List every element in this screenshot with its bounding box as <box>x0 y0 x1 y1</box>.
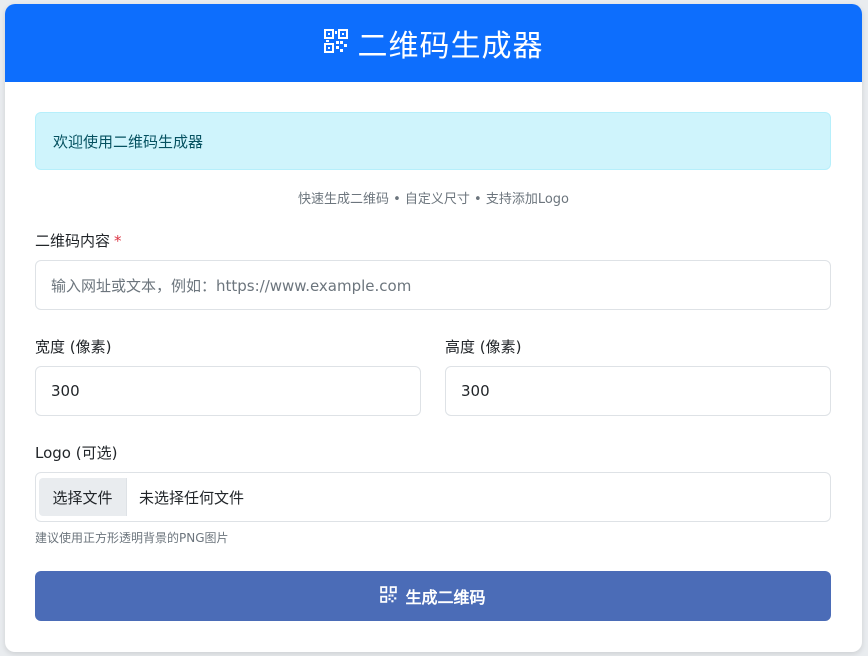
required-mark: * <box>114 232 122 250</box>
content-label: 二维码内容 * <box>35 230 122 251</box>
generator-card: 二维码生成器 欢迎使用二维码生成器 快速生成二维码 • 自定义尺寸 • 支持添加… <box>5 4 862 652</box>
qrcode-icon <box>380 585 398 607</box>
logo-label: Logo (可选) <box>35 442 117 463</box>
generate-button-label: 生成二维码 <box>405 588 486 607</box>
width-input[interactable]: 300 <box>35 366 421 416</box>
feature-subtitle: 快速生成二维码 • 自定义尺寸 • 支持添加Logo <box>297 192 570 207</box>
content-input[interactable]: 输入网址或文本，例如：https://www.example.com <box>35 260 831 310</box>
height-input[interactable]: 300 <box>445 366 831 416</box>
choose-file-button[interactable]: 选择文件 <box>39 478 127 516</box>
height-label: 高度 (像素) <box>445 338 522 356</box>
generate-button[interactable]: 生成二维码 <box>35 571 831 621</box>
welcome-alert: 欢迎使用二维码生成器 <box>35 112 831 170</box>
page-title: 二维码生成器 <box>357 29 544 64</box>
width-label: 宽度 (像素) <box>35 338 112 356</box>
logo-label-optional: (可选) <box>75 444 118 462</box>
content-label-text: 二维码内容 <box>35 232 111 250</box>
welcome-alert-text: 欢迎使用二维码生成器 <box>53 132 204 151</box>
logo-help-text: 建议使用正方形透明背景的PNG图片 <box>35 531 229 545</box>
file-status: 未选择任何文件 <box>139 488 245 507</box>
logo-label-main: Logo <box>35 444 71 462</box>
card-header: 二维码生成器 <box>5 4 862 82</box>
logo-file-input[interactable]: 选择文件 未选择任何文件 <box>35 472 831 522</box>
qrcode-icon <box>323 26 348 61</box>
